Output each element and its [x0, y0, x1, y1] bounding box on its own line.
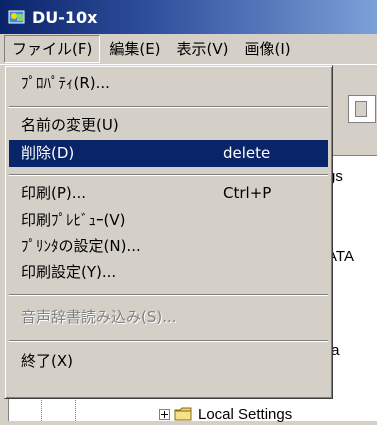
menu-item-label: 印刷設定(Y)... — [21, 263, 117, 281]
menu-separator — [9, 294, 328, 296]
menu-item-rename[interactable]: 名前の変更(U) — [9, 112, 328, 139]
window-title: DU-10x — [32, 7, 98, 27]
file-menu-dropdown: ﾌﾟﾛﾊﾟﾃｨ(R)... 名前の変更(U) 削除(D) delete 印刷(P… — [4, 65, 333, 399]
menu-separator — [9, 340, 328, 342]
menu-image[interactable]: 画像(I) — [238, 36, 298, 62]
menu-item-label: ﾌﾟﾛﾊﾟﾃｨ(R)... — [21, 74, 110, 92]
menu-file[interactable]: ファイル(F) — [4, 35, 101, 63]
menu-item-label: ﾌﾟﾘﾝﾀの設定(N)... — [21, 237, 141, 255]
menu-edit[interactable]: 編集(E) — [102, 36, 167, 62]
menu-item-print-preview[interactable]: 印刷ﾌﾟﾚﾋﾞｭｰ(V) — [9, 207, 328, 234]
menu-item-shortcut: delete — [223, 144, 271, 162]
menu-item-label: 印刷(P)... — [21, 184, 87, 202]
menu-item-shortcut: Ctrl+P — [223, 184, 272, 202]
menu-item-label: 削除(D) — [21, 144, 75, 162]
plus-expander-icon[interactable] — [159, 408, 170, 420]
menu-item-label: 終了(X) — [21, 352, 73, 370]
menu-item-print-settings[interactable]: 印刷設定(Y)... — [9, 259, 328, 286]
tree-item[interactable]: Local Settings — [19, 403, 292, 425]
menu-separator — [9, 174, 328, 176]
menu-bar: ファイル(F) 編集(E) 表示(V) 画像(I) — [0, 34, 377, 65]
menu-item-label: 音声辞書読み込み(S)... — [21, 308, 177, 326]
folder-icon — [174, 407, 192, 421]
menu-separator — [9, 106, 328, 108]
menu-item-load-voice-dictionary[interactable]: 音声辞書読み込み(S)... — [9, 304, 328, 331]
menu-view[interactable]: 表示(V) — [170, 36, 236, 62]
title-bar[interactable]: DU-10x — [0, 0, 377, 34]
menu-item-print[interactable]: 印刷(P)... Ctrl+P — [9, 180, 328, 207]
toolbar-button[interactable] — [348, 95, 376, 123]
menu-item-printer-setup[interactable]: ﾌﾟﾘﾝﾀの設定(N)... — [9, 233, 328, 260]
menu-item-label: 印刷ﾌﾟﾚﾋﾞｭｰ(V) — [21, 211, 126, 229]
menu-item-exit[interactable]: 終了(X) — [9, 348, 328, 375]
menu-item-label: 名前の変更(U) — [21, 116, 119, 134]
app-icon[interactable] — [8, 8, 26, 26]
menu-item-properties[interactable]: ﾌﾟﾛﾊﾟﾃｨ(R)... — [9, 70, 328, 97]
menu-item-delete[interactable]: 削除(D) delete — [9, 140, 328, 167]
